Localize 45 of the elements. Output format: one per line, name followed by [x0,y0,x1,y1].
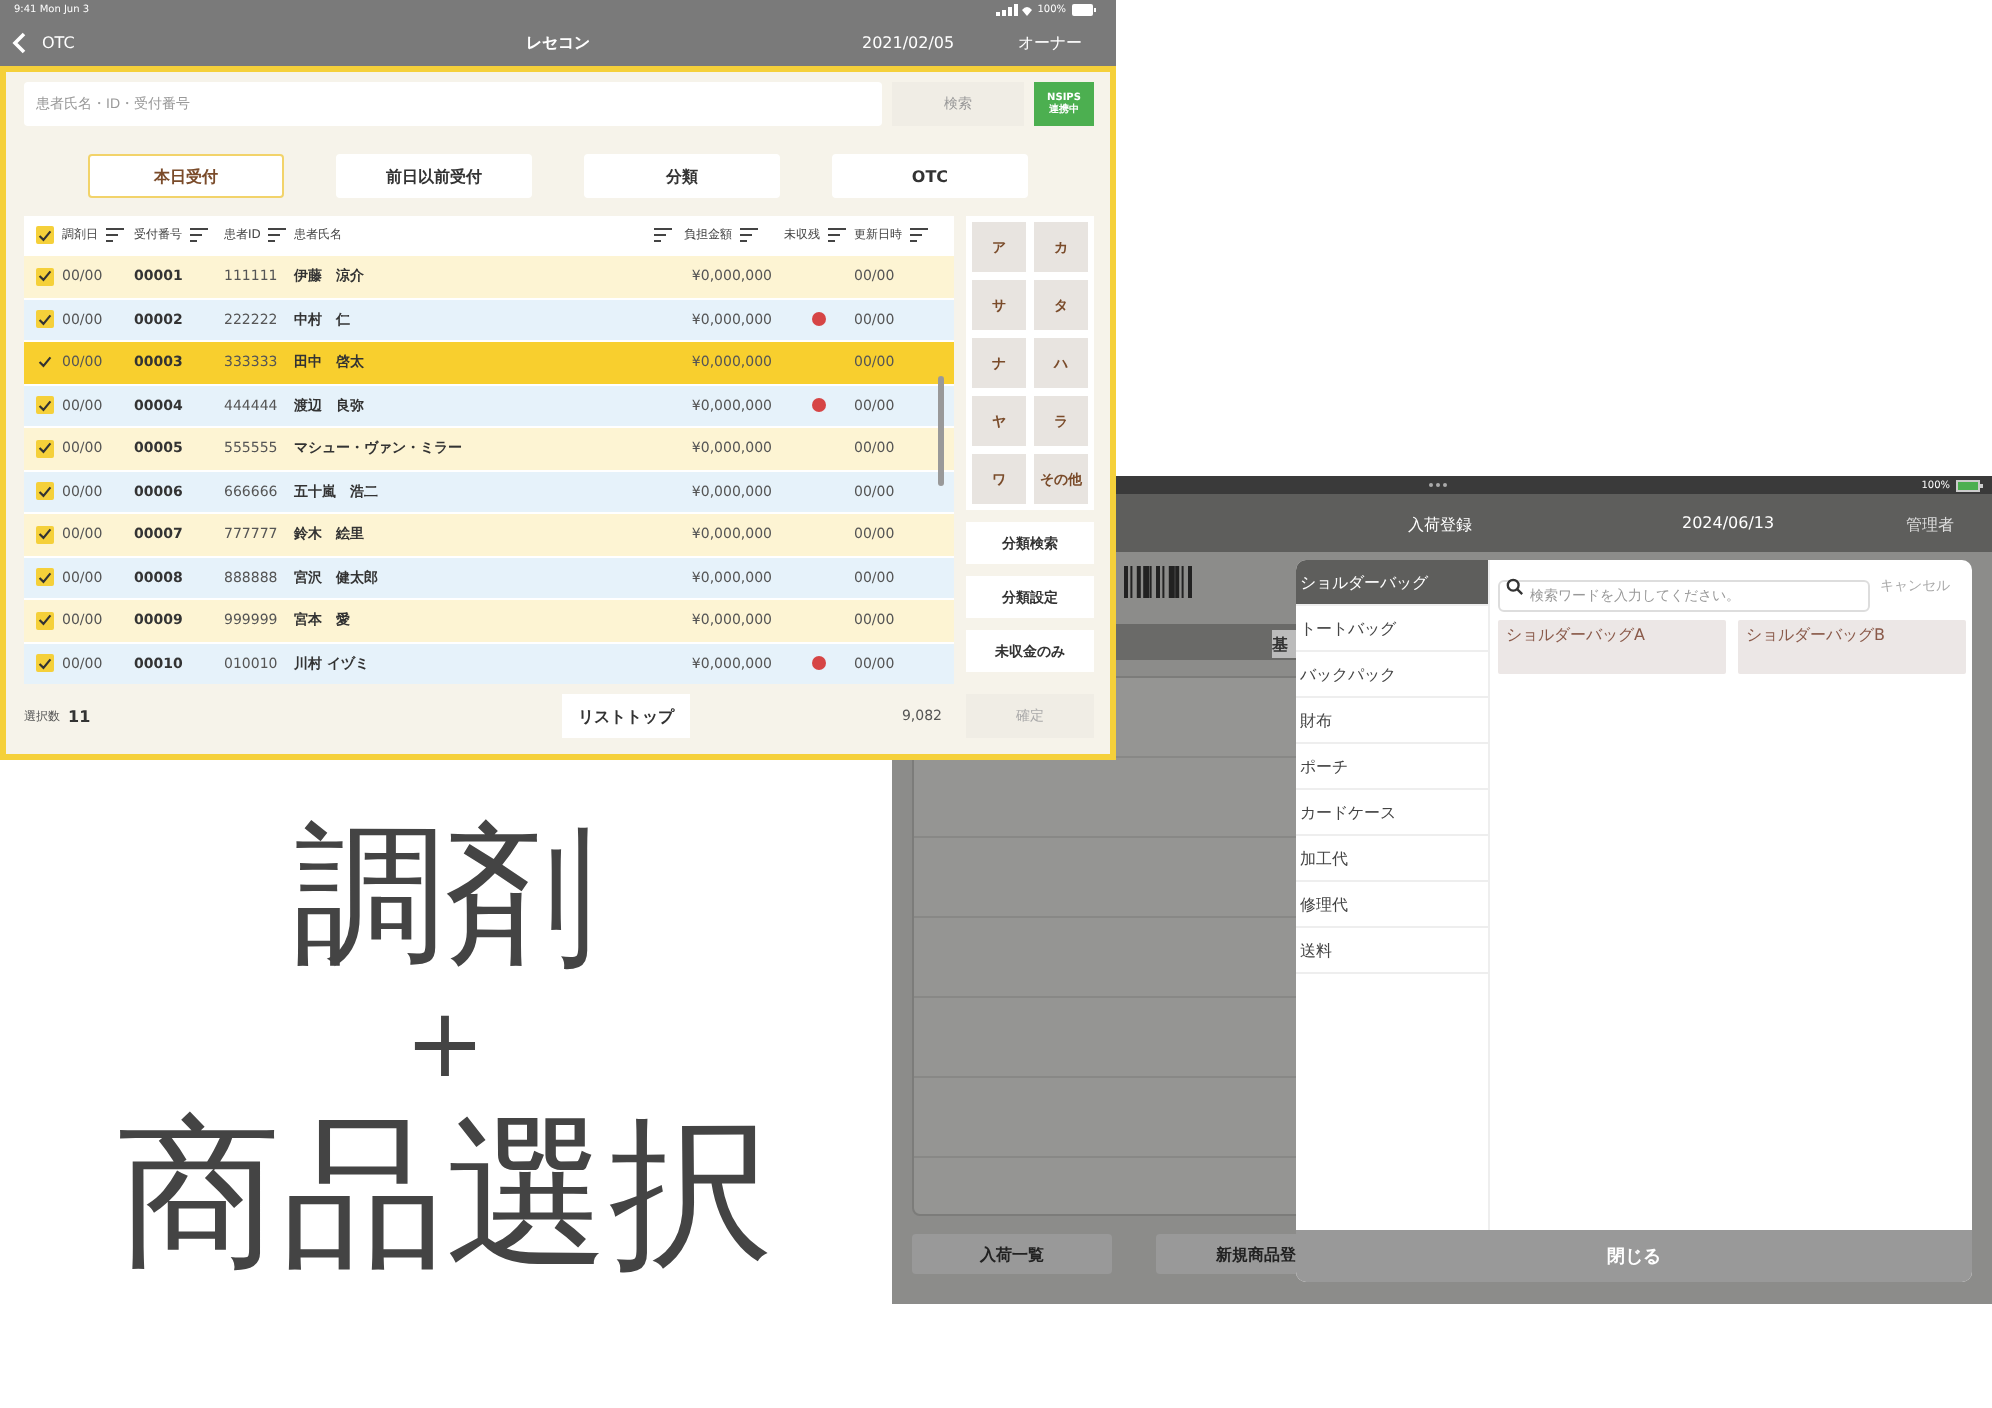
sort-icon[interactable] [268,228,287,242]
sort-icon[interactable] [910,228,928,242]
action-button[interactable]: 入荷一覧 [912,1234,1112,1274]
tab[interactable]: 本日受付 [88,154,284,198]
battery-icon [1072,4,1096,16]
date-text: 2024/06/13 [1682,514,1775,532]
scrollbar[interactable] [938,376,944,486]
caption-text: 調剤 [293,804,597,988]
battery-icon [1956,479,1984,491]
category-item[interactable]: 加工代 [1296,836,1488,882]
category-item[interactable]: カードケース [1296,790,1488,836]
count-text: 11 [68,707,91,725]
sort-icon[interactable] [654,228,672,242]
back-link[interactable]: OTC [42,34,75,52]
tab[interactable]: 分類 [584,154,780,198]
caption-text: 商品選択 [117,1098,773,1294]
user-text: オーナー [1018,32,1082,54]
category-item[interactable]: ショルダーバッグ [1296,560,1488,606]
category-item[interactable]: 修理代 [1296,882,1488,928]
product-tile[interactable]: ショルダーバッグA [1498,620,1726,674]
screen-title: 入荷登録 [1408,514,1472,536]
checkbox[interactable] [36,226,54,244]
sort-icon[interactable] [106,228,124,242]
category-item[interactable]: トートバッグ [1296,606,1488,652]
tab[interactable]: OTC [832,154,1028,198]
plus-sign: + [404,992,486,1096]
search-icon [1506,577,1524,595]
list-top-button[interactable]: リストトップ [562,694,691,738]
category-item[interactable]: 財布 [1296,698,1488,744]
sort-icon[interactable] [828,228,846,242]
category-item[interactable]: 送料 [1296,928,1488,974]
barcode-icon [1124,566,1196,598]
sort-icon[interactable] [190,228,208,242]
tab[interactable]: 前日以前受付 [336,154,532,198]
product-tile[interactable]: ショルダーバッグB [1738,620,1966,674]
category-item[interactable]: バックパック [1296,652,1488,698]
date-text: 2021/02/05 [862,34,955,52]
screen-title: レセコン [526,32,590,54]
dots-icon [1428,482,1448,488]
category-item[interactable]: ポーチ [1296,744,1488,790]
sort-icon[interactable] [740,228,758,242]
user-text: 管理者 [1906,514,1954,536]
signal-icon [995,4,1032,16]
back-icon[interactable] [12,32,26,54]
checkbox[interactable] [36,353,54,372]
